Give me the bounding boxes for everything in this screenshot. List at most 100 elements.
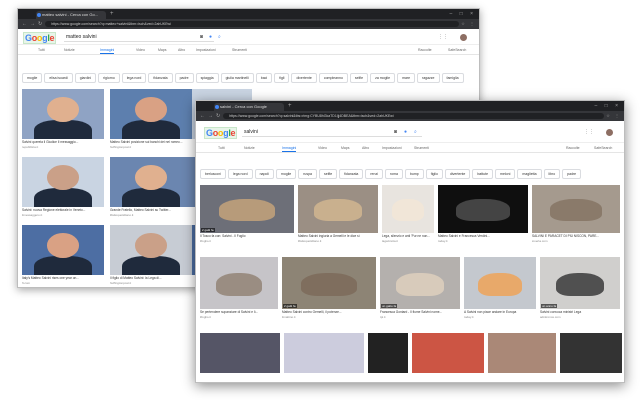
related-chip[interactable]: renzi [365,169,383,179]
related-chip[interactable]: padre [562,169,582,179]
image-result[interactable]: Matteo Salvini posizione sui banchi dei … [110,89,192,153]
related-chip[interactable]: elisa isoardi [44,73,73,83]
image-result[interactable]: Il figlio di Matteo Salvini: la Lega di.… [110,225,192,287]
image-result[interactable]: 2 gatti fa Matteo Salvini contro Gemelli,… [282,257,376,323]
related-chip[interactable]: lega nord [121,73,147,83]
result-source[interactable]: repubblica.it [22,145,104,149]
related-chip[interactable]: roma [384,169,403,179]
related-chip[interactable]: fidanzata [339,169,364,179]
result-source[interactable]: huffingtonpost.it [110,281,192,285]
related-chip[interactable]: selfie [349,73,369,83]
result-caption[interactable]: Salvini querela il Giudice Il messaggio.… [22,140,104,144]
result-caption[interactable]: Matteo Salvini contro Gemelli, il potenz… [282,310,376,314]
result-source[interactable]: today.it [464,315,536,319]
result-caption[interactable]: A Salvini non piace andare in Europa [464,310,536,314]
result-source[interactable]: tpi.it [380,315,460,319]
image-result[interactable] [284,333,364,373]
avatar[interactable] [460,34,467,41]
result-caption[interactable]: Italy's Matteo Salvini rises one year on… [22,276,104,280]
related-chip[interactable]: mare [397,73,416,83]
result-thumbnail[interactable] [22,157,104,207]
related-chip[interactable]: moglie [275,169,297,179]
result-caption[interactable]: Matteo Salvini ingiuria a Gemelli e le d… [298,234,378,238]
related-chip[interactable]: moglie [22,73,43,83]
image-result[interactable]: Salvini: nuova Regione elettorale in Ven… [22,157,104,221]
forward-arrow-icon[interactable]: → [208,113,213,119]
result-thumbnail[interactable]: un gatto fa [380,257,460,309]
new-tab-icon[interactable]: + [110,10,114,18]
tab-more[interactable]: Altro [362,146,369,150]
related-chip[interactable]: berlusconi [200,169,226,179]
image-result[interactable] [368,333,408,373]
result-source[interactable]: ilfoglio.it [200,239,294,243]
image-result[interactable] [200,333,280,373]
related-chip[interactable]: compleanno [318,73,348,83]
image-result[interactable] [560,333,622,373]
result-caption[interactable]: Salvini convoca ministri Lega [540,310,620,314]
collections-link[interactable]: Raccolte [566,146,580,150]
related-chip[interactable]: giardini [74,73,97,83]
tab-tools[interactable]: Strumenti [232,48,247,52]
tab-all[interactable]: Tutti [38,48,45,52]
result-source[interactable]: ilfoglio.it [200,315,278,319]
related-chip[interactable]: divertente [444,169,471,179]
camera-icon[interactable]: ◙ [394,128,397,137]
star-icon[interactable]: ☆ ⋮ [606,113,621,118]
tab-images[interactable]: Immagini [282,146,297,152]
browser-tab[interactable]: salvini - Cerca con Google [214,103,284,111]
search-icon[interactable]: ⌕ [414,128,417,137]
tab-settings[interactable]: Impostazioni [196,48,216,52]
tab-tools[interactable]: Strumenti [414,146,429,150]
related-chip[interactable]: ruspa [298,169,317,179]
mic-icon[interactable]: ● [209,33,212,42]
related-chip[interactable]: spiaggia [195,73,219,83]
forward-arrow-icon[interactable]: → [30,21,35,27]
mic-icon[interactable]: ● [404,128,407,137]
related-chip[interactable]: rigiorno [98,73,120,83]
result-source[interactable]: ilfattoquotidiano.it [298,239,378,243]
related-chip[interactable]: padre [174,73,194,83]
related-chip[interactable]: za moglie [370,73,396,83]
result-thumbnail[interactable] [22,89,104,139]
search-icon[interactable]: ⌕ [218,33,221,42]
star-icon[interactable]: ☆ ⋮ [461,21,476,26]
url-field[interactable]: https://www.google.com/search?q=salvini&… [223,113,604,119]
avatar[interactable] [606,129,613,136]
search-input[interactable]: matteo salvini [64,33,214,42]
related-chip[interactable]: meloni [495,169,516,179]
result-thumbnail[interactable] [532,185,620,233]
image-result[interactable]: A Salvini non piace andare in Europa toda… [464,257,536,323]
image-result[interactable]: SALVINI E PARACET DI PIÙ NISCON, PARE...… [532,185,620,247]
reload-icon[interactable]: ↻ [38,21,42,27]
result-caption[interactable]: Salvini: nuova Regione elettorale in Ven… [22,208,104,212]
result-source[interactable]: lagazzetta.it [382,239,434,243]
result-source[interactable]: huffingtonpost.it [110,145,192,149]
safesearch-link[interactable]: SafeSearch [594,146,612,150]
related-chip[interactable]: bump [404,169,424,179]
safesearch-link[interactable]: SafeSearch [448,48,466,52]
result-thumbnail[interactable] [110,157,192,207]
image-result[interactable]: Lega, silenzio e anti 'Pur ne non... laga… [382,185,434,247]
result-caption[interactable]: Francesca Gontard - Il fiume Salvini nom… [380,310,460,314]
related-chip[interactable]: giulia martinelli [220,73,254,83]
new-tab-icon[interactable]: + [288,102,292,110]
related-chip[interactable]: divertente [291,73,317,83]
related-chip[interactable]: napoli [254,169,274,179]
result-caption[interactable]: Il Tosco fa con: Salvini - Il Foglio [200,234,294,238]
result-source[interactable]: today.it [438,239,528,243]
related-chip[interactable]: famiglia [441,73,464,83]
back-arrow-icon[interactable]: ← [22,21,27,27]
tab-news[interactable]: Notizie [64,48,75,52]
related-chip[interactable]: libro [543,169,561,179]
url-field[interactable]: https://www.google.com/search?q=matteo+s… [45,21,459,27]
image-result[interactable]: un gatto fa Francesca Gontard - Il fiume … [380,257,460,323]
related-chip[interactable]: lega nord [227,169,253,179]
result-caption[interactable]: Matteo Salvini posizione sui banchi dei … [110,140,192,144]
tab-maps[interactable]: Maps [341,146,350,150]
result-thumbnail[interactable] [110,89,192,139]
result-caption[interactable]: Grande Fratello, Matteo Salvini su Twitt… [110,208,192,212]
result-source[interactable]: adnkronos.com [540,315,620,319]
related-chip[interactable]: selfie [319,169,338,179]
image-result[interactable] [488,333,556,373]
tab-video[interactable]: Video [136,48,145,52]
